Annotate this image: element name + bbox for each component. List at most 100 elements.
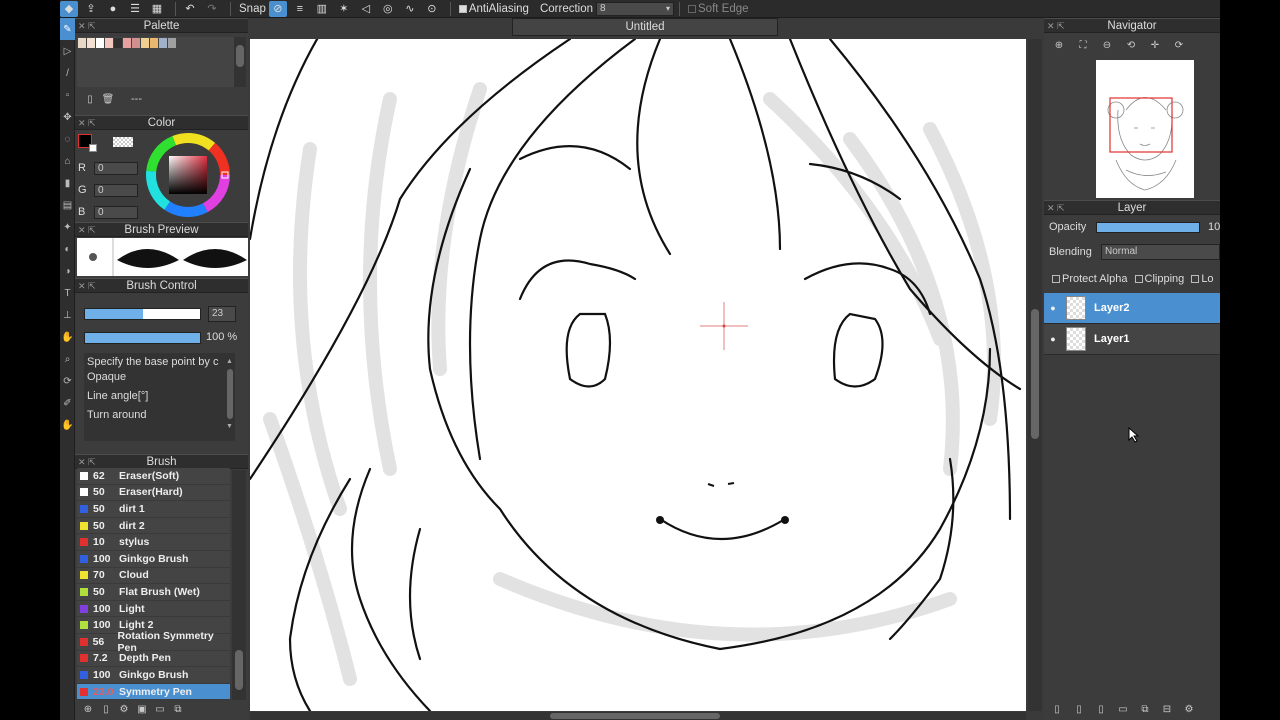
merge-layer-icon[interactable]: ⊟ bbox=[1158, 702, 1176, 716]
new-1bit-layer-icon[interactable]: ▯ bbox=[1092, 702, 1110, 716]
b-input[interactable]: 0 bbox=[94, 205, 138, 219]
sub-color-swatch[interactable] bbox=[89, 144, 97, 152]
clipping-checkbox[interactable]: Clipping bbox=[1134, 273, 1184, 285]
palette-swatch[interactable] bbox=[159, 38, 167, 48]
brush-item[interactable]: 100 Ginkgo Brush bbox=[77, 550, 230, 568]
brush-folder-icon[interactable]: ▭ bbox=[151, 702, 169, 716]
brush-item[interactable]: 62 Eraser(Soft) bbox=[77, 468, 230, 485]
visibility-icon[interactable]: ● bbox=[1044, 334, 1062, 344]
brush-list-scrollbar[interactable] bbox=[232, 470, 246, 700]
brush-item[interactable]: 10 stylus bbox=[77, 534, 230, 551]
snap-off-icon[interactable]: ⊘ bbox=[268, 0, 287, 17]
document-tab[interactable]: Untitled bbox=[512, 18, 778, 36]
palette-swatch[interactable] bbox=[132, 38, 140, 48]
palette-swatch[interactable] bbox=[105, 38, 113, 48]
panel-close-icon[interactable]: ✕ ⇱ bbox=[1047, 19, 1065, 33]
brush-mode-icon[interactable]: ◆ bbox=[60, 0, 78, 17]
brush-new-icon[interactable]: ▯ bbox=[97, 702, 115, 716]
zoom-tool-icon[interactable]: ⌕ bbox=[60, 348, 75, 370]
opaque-option[interactable]: Opaque bbox=[84, 370, 235, 384]
brush-opacity-slider[interactable] bbox=[84, 332, 201, 344]
brush-options-scroll-thumb[interactable] bbox=[227, 369, 233, 419]
correction-select[interactable]: 8 ▾ bbox=[596, 1, 675, 16]
palette-swatch[interactable] bbox=[123, 38, 131, 48]
magic-wand-icon[interactable]: ✦ bbox=[60, 216, 75, 238]
snap-grid-icon[interactable]: ▥ bbox=[313, 1, 331, 17]
grid-icon[interactable]: ▦ bbox=[148, 1, 166, 17]
layer-settings-icon[interactable]: ⚙ bbox=[1180, 702, 1198, 716]
fill-tool-icon[interactable]: ▷ bbox=[60, 40, 75, 62]
palette-swatch[interactable] bbox=[114, 38, 122, 48]
palette-swatch[interactable] bbox=[141, 38, 149, 48]
layer-row-layer1[interactable]: ● Layer1 bbox=[1044, 324, 1220, 355]
brush-item[interactable]: 56 Rotation Symmetry Pen bbox=[77, 630, 230, 654]
navigator-preview[interactable] bbox=[1096, 60, 1194, 198]
snap-circle-icon[interactable]: ◎ bbox=[379, 1, 397, 17]
divide-tool-icon[interactable]: ▤ bbox=[60, 194, 75, 216]
brush-options-scrollbar[interactable]: ▲ ▼ bbox=[226, 358, 235, 438]
panel-close-icon[interactable]: ✕ ⇱ bbox=[78, 116, 96, 130]
palette-swatch[interactable] bbox=[87, 38, 95, 48]
brush-list-scroll-thumb[interactable] bbox=[235, 650, 243, 690]
pencil-icon[interactable]: ✐ bbox=[60, 392, 75, 414]
text-tool-icon[interactable]: T bbox=[60, 282, 75, 304]
rect-select-icon[interactable]: ▫ bbox=[60, 84, 75, 106]
rotate-right-icon[interactable]: ⟳ bbox=[1170, 38, 1188, 52]
new-swatch-icon[interactable]: ▯ bbox=[81, 92, 99, 106]
redo-icon[interactable]: ↷ bbox=[203, 1, 221, 17]
zoom-out-icon[interactable]: ⊖ bbox=[1098, 38, 1116, 52]
new-8bit-layer-icon[interactable]: ▯ bbox=[1070, 702, 1088, 716]
new-folder-icon[interactable]: ▭ bbox=[1114, 702, 1132, 716]
palette-swatch[interactable] bbox=[96, 38, 104, 48]
panel-close-icon[interactable]: ✕ ⇱ bbox=[78, 279, 96, 293]
fit-icon[interactable]: ⛶ bbox=[1074, 38, 1092, 52]
snap-perspective-icon[interactable]: ◁ bbox=[357, 1, 375, 17]
flip-icon[interactable]: ✛ bbox=[1146, 38, 1164, 52]
brush-item[interactable]: 50 Flat Brush (Wet) bbox=[77, 584, 230, 601]
brush-item[interactable]: 70 Cloud bbox=[77, 567, 230, 585]
lock-checkbox[interactable]: Lo bbox=[1191, 273, 1214, 285]
duplicate-layer-icon[interactable]: ⧉ bbox=[1136, 702, 1154, 716]
layer-row-layer2[interactable]: ● Layer2 bbox=[1044, 293, 1220, 324]
smudge-icon[interactable]: ✋ bbox=[60, 414, 75, 436]
panel-close-icon[interactable]: ✕ ⇱ bbox=[78, 19, 96, 33]
eyedropper-icon[interactable]: ⊥ bbox=[60, 304, 75, 326]
soft-edge-checkbox[interactable]: Soft Edge bbox=[688, 3, 749, 15]
drawing-canvas[interactable] bbox=[250, 39, 1026, 711]
bucket-tool-icon[interactable]: ⌂ bbox=[60, 150, 75, 172]
palette-swatch[interactable] bbox=[150, 38, 158, 48]
brush-add-icon[interactable]: ⊕ bbox=[79, 702, 97, 716]
panel-close-icon[interactable]: ✕ ⇱ bbox=[1047, 201, 1065, 215]
panel-close-icon[interactable]: ✕ ⇱ bbox=[78, 455, 96, 469]
snap-settings-icon[interactable]: ⊙ bbox=[423, 1, 441, 17]
palette-swatch[interactable] bbox=[168, 38, 176, 48]
brush-item[interactable]: 100 Ginkgo Brush bbox=[77, 667, 230, 684]
brush-item[interactable]: 23.0 Symmetry Pen bbox=[77, 683, 230, 700]
brush-item[interactable]: 50 dirt 1 bbox=[77, 501, 230, 518]
panel-close-icon[interactable]: ✕ ⇱ bbox=[78, 223, 96, 237]
rotate-tool-icon[interactable]: ⟳ bbox=[60, 370, 75, 392]
visibility-icon[interactable]: ● bbox=[1044, 303, 1062, 313]
brush-item[interactable]: 50 dirt 2 bbox=[77, 517, 230, 535]
protect-alpha-checkbox[interactable]: Protect Alpha bbox=[1052, 273, 1127, 285]
gradient-tool-icon[interactable]: ▮ bbox=[60, 172, 75, 194]
undo-icon[interactable]: ↶ bbox=[181, 1, 199, 17]
canvas-horizontal-scrollbar[interactable] bbox=[250, 712, 1026, 720]
blending-select[interactable]: Normal bbox=[1101, 244, 1220, 260]
select-pen-icon[interactable]: ◐ bbox=[60, 238, 75, 260]
color-wheel[interactable] bbox=[145, 132, 231, 218]
transparent-color-swatch[interactable] bbox=[113, 137, 133, 147]
brush-menu-icon[interactable]: ⚙ bbox=[115, 702, 133, 716]
list-icon[interactable]: ☰ bbox=[126, 1, 144, 17]
canvas-vertical-scrollbar[interactable] bbox=[1028, 39, 1042, 711]
snap-radial-icon[interactable]: ✶ bbox=[335, 1, 353, 17]
zoom-in-icon[interactable]: ⊕ bbox=[1050, 38, 1068, 52]
delete-swatch-icon[interactable]: 🗑 bbox=[99, 92, 117, 106]
canvas-vscroll-thumb[interactable] bbox=[1031, 309, 1039, 439]
antialias-checkbox[interactable]: AntiAliasing bbox=[458, 3, 529, 15]
turn-around-option[interactable]: Turn around bbox=[84, 403, 235, 427]
lasso-tool-icon[interactable]: ◌ bbox=[60, 128, 75, 150]
pen-tool-icon[interactable]: ✎ bbox=[60, 18, 75, 40]
layer-opacity-slider[interactable] bbox=[1096, 222, 1200, 233]
move-tool-icon[interactable]: ✥ bbox=[60, 106, 75, 128]
